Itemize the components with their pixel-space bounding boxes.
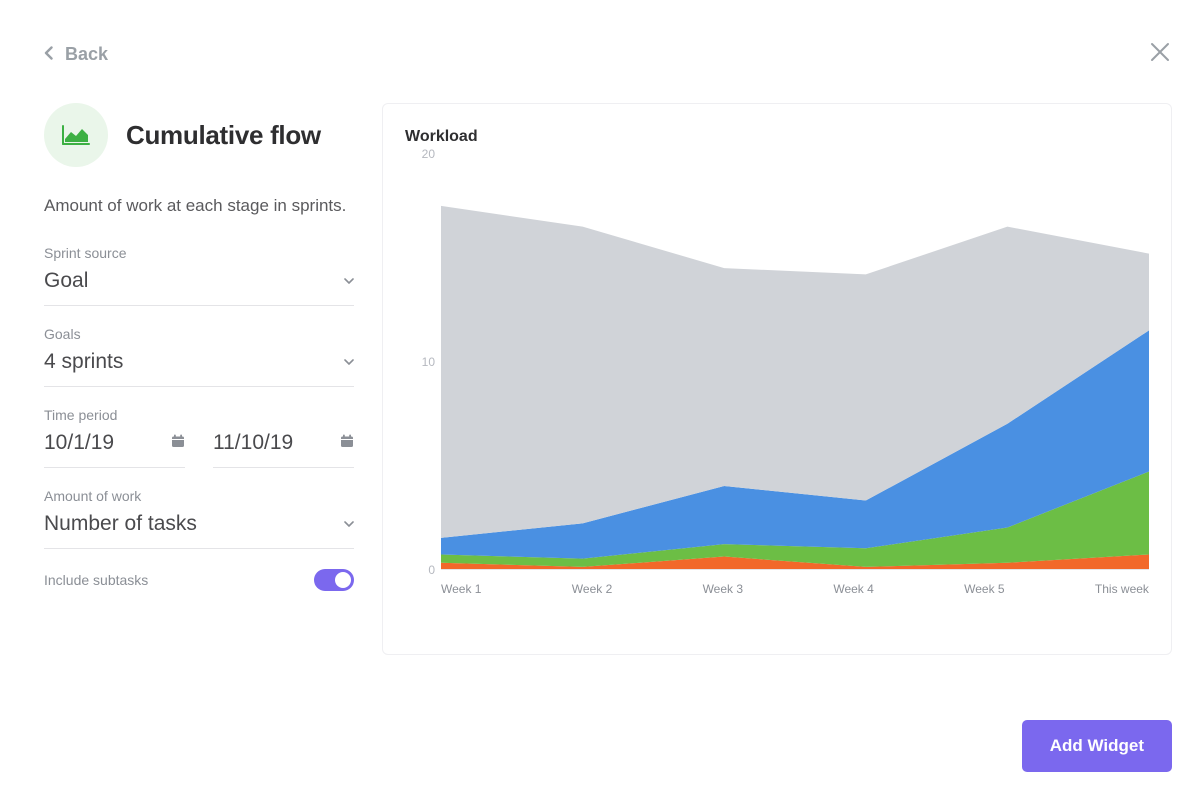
back-label: Back (65, 44, 108, 65)
chevron-down-icon (344, 518, 354, 530)
x-tick-label: Week 2 (572, 582, 612, 596)
sprint-source-value: Goal (44, 269, 88, 293)
amount-of-work-dropdown[interactable]: Number of tasks (44, 512, 354, 536)
close-icon (1148, 40, 1172, 64)
chevron-down-icon (344, 356, 354, 368)
y-tick-label: 0 (428, 563, 435, 577)
y-tick-label: 20 (422, 147, 435, 161)
y-tick-label: 10 (422, 355, 435, 369)
x-tick-label: Week 5 (964, 582, 1004, 596)
sprint-source-dropdown[interactable]: Goal (44, 269, 354, 293)
end-date-value: 11/10/19 (213, 431, 293, 455)
page-description: Amount of work at each stage in sprints. (44, 193, 354, 219)
time-period-label: Time period (44, 407, 354, 423)
add-widget-button[interactable]: Add Widget (1022, 720, 1172, 772)
goals-label: Goals (44, 326, 354, 342)
sprint-source-label: Sprint source (44, 245, 354, 261)
toggle-knob (335, 572, 351, 588)
x-tick-label: This week (1095, 582, 1149, 596)
x-tick-label: Week 4 (833, 582, 873, 596)
chevron-down-icon (344, 275, 354, 287)
calendar-icon (340, 434, 354, 453)
end-date-input[interactable]: 11/10/19 (213, 431, 354, 468)
chart-title: Workload (405, 128, 1149, 146)
calendar-icon (171, 434, 185, 453)
goals-value: 4 sprints (44, 350, 123, 374)
back-button[interactable]: Back (44, 44, 108, 65)
close-button[interactable] (1148, 40, 1172, 69)
chart-card: Workload 0 10 20 Week 1 Week 2 Week 3 Week 4 W… (382, 103, 1172, 655)
x-tick-label: Week 3 (703, 582, 743, 596)
workload-chart: 01020 Week 1Week 2Week 3Week 4Week 5This… (405, 154, 1149, 634)
start-date-value: 10/1/19 (44, 431, 114, 455)
amount-of-work-value: Number of tasks (44, 512, 197, 536)
include-subtasks-label: Include subtasks (44, 572, 148, 588)
include-subtasks-toggle[interactable] (314, 569, 354, 591)
cumulative-flow-icon (44, 103, 108, 167)
goals-dropdown[interactable]: 4 sprints (44, 350, 354, 374)
chevron-left-icon (44, 46, 53, 64)
x-tick-label: Week 1 (441, 582, 481, 596)
settings-panel: Cumulative flow Amount of work at each s… (44, 103, 354, 655)
start-date-input[interactable]: 10/1/19 (44, 431, 185, 468)
amount-of-work-label: Amount of work (44, 488, 354, 504)
page-title: Cumulative flow (126, 120, 321, 151)
